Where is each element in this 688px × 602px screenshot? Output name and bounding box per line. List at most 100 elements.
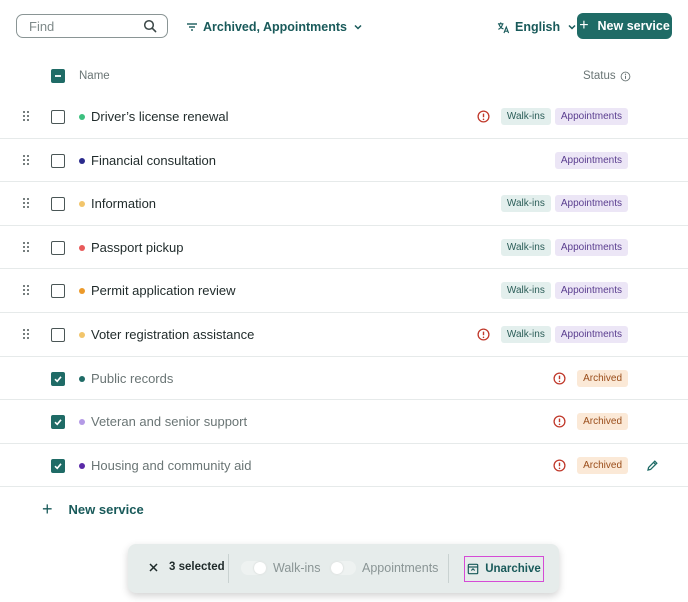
- column-header-status: Status: [583, 70, 631, 82]
- status-badges: Archived: [553, 456, 628, 474]
- status-badges: Archived: [553, 369, 628, 387]
- color-dot: [79, 114, 85, 120]
- table-row[interactable]: Public records Archived: [0, 357, 688, 401]
- status-badges: Walk-ins Appointments: [497, 282, 628, 300]
- add-service-row-button[interactable]: + New service: [42, 499, 144, 519]
- search-box[interactable]: [16, 14, 168, 38]
- plus-icon: +: [579, 17, 589, 34]
- services-list: Driver’s license renewal Walk-ins Appointm…: [0, 95, 688, 488]
- row-checkbox[interactable]: [51, 458, 65, 473]
- row-checkbox[interactable]: [51, 284, 65, 299]
- language-label: English: [515, 20, 561, 34]
- search-input[interactable]: [27, 17, 141, 35]
- service-name[interactable]: Driver’s license renewal: [91, 109, 229, 124]
- appointments-badge: Appointments: [554, 325, 628, 343]
- walkins-toggle-label: Walk-ins: [273, 561, 321, 575]
- info-icon[interactable]: [620, 71, 631, 82]
- filter-label: Archived, Appointments: [203, 20, 347, 34]
- close-icon[interactable]: [148, 562, 159, 573]
- divider: [228, 554, 229, 583]
- status-badges: Walk-ins Appointments: [477, 108, 628, 125]
- row-checkbox[interactable]: [51, 153, 65, 168]
- table-row[interactable]: Permit application review Walk-ins Appoint…: [0, 269, 688, 313]
- plus-icon: +: [42, 499, 53, 519]
- toggle-knob: [254, 562, 266, 574]
- divider: [448, 554, 449, 583]
- minus-icon: [55, 75, 61, 77]
- archived-badge: Archived: [577, 369, 628, 387]
- appointments-toggle-label: Appointments: [362, 561, 439, 575]
- table-header: Name Status: [0, 62, 688, 90]
- filter-icon: [187, 23, 197, 31]
- chevron-down-icon: [354, 24, 362, 30]
- drag-handle-icon[interactable]: [21, 241, 31, 253]
- service-name[interactable]: Information: [91, 196, 156, 211]
- filter-dropdown[interactable]: Archived, Appointments: [186, 18, 363, 36]
- table-row[interactable]: Information Walk-ins Appointments: [0, 182, 688, 226]
- new-service-button[interactable]: + New service: [577, 13, 672, 39]
- selection-action-bar: 3 selected Walk-ins Appointments Unarchi…: [128, 544, 559, 593]
- color-dot: [79, 288, 85, 295]
- service-name[interactable]: Permit application review: [91, 283, 236, 298]
- color-dot: [79, 157, 85, 164]
- unarchive-button[interactable]: Unarchive: [464, 556, 544, 582]
- table-row[interactable]: Passport pickup Walk-ins Appointments: [0, 226, 688, 270]
- color-dot: [79, 375, 85, 382]
- color-dot: [79, 244, 85, 251]
- drag-handle-icon[interactable]: [21, 197, 31, 209]
- walkins-badge: Walk-ins: [500, 108, 551, 125]
- row-checkbox[interactable]: [51, 415, 65, 430]
- service-name[interactable]: Voter registration assistance: [91, 327, 254, 342]
- status-badges: Walk-ins Appointments: [497, 238, 628, 256]
- walkins-toggle[interactable]: [241, 561, 267, 575]
- column-header-name: Name: [79, 70, 110, 82]
- color-dot: [79, 201, 85, 208]
- new-service-label: New service: [597, 19, 670, 33]
- service-name[interactable]: Housing and community aid: [91, 458, 251, 473]
- check-icon: [54, 419, 62, 426]
- table-row[interactable]: Veteran and senior support Archived: [0, 400, 688, 444]
- alert-icon: [553, 415, 566, 428]
- language-selector[interactable]: English: [497, 18, 577, 36]
- status-label: Status: [583, 70, 616, 82]
- walkins-badge: Walk-ins: [500, 325, 551, 343]
- alert-icon: [477, 328, 490, 341]
- status-badges: Archived: [553, 413, 628, 431]
- row-checkbox[interactable]: [51, 327, 65, 342]
- service-name[interactable]: Veteran and senior support: [91, 414, 247, 429]
- row-checkbox[interactable]: [51, 240, 65, 255]
- translate-icon: [497, 21, 510, 33]
- walkins-badge: Walk-ins: [500, 282, 551, 300]
- edit-pencil-icon[interactable]: [646, 459, 659, 472]
- service-name[interactable]: Public records: [91, 371, 173, 386]
- select-all-checkbox[interactable]: [51, 69, 65, 83]
- row-checkbox[interactable]: [51, 197, 65, 212]
- archived-badge: Archived: [577, 456, 628, 474]
- drag-handle-icon[interactable]: [21, 110, 31, 122]
- search-icon[interactable]: [143, 19, 157, 33]
- table-row[interactable]: Driver’s license renewal Walk-ins Appointm…: [0, 95, 688, 139]
- table-row[interactable]: Voter registration assistance Walk-ins App…: [0, 313, 688, 357]
- drag-handle-icon[interactable]: [21, 284, 31, 296]
- row-checkbox[interactable]: [51, 110, 65, 124]
- alert-icon: [553, 459, 566, 472]
- status-badges: Walk-ins Appointments: [497, 195, 628, 213]
- alert-icon: [477, 110, 490, 123]
- appointments-badge: Appointments: [554, 282, 628, 300]
- status-badges: Appointments: [551, 151, 628, 169]
- service-name[interactable]: Financial consultation: [91, 153, 216, 168]
- check-icon: [54, 463, 62, 470]
- appointments-toggle[interactable]: [330, 561, 356, 575]
- walkins-badge: Walk-ins: [500, 195, 551, 213]
- selected-count: 3 selected: [169, 561, 225, 573]
- top-toolbar: Archived, Appointments English + New ser…: [0, 0, 688, 52]
- service-name[interactable]: Passport pickup: [91, 240, 184, 255]
- toggle-knob: [331, 562, 343, 574]
- walkins-badge: Walk-ins: [500, 238, 551, 256]
- drag-handle-icon[interactable]: [21, 154, 31, 166]
- table-row[interactable]: Financial consultation Appointments: [0, 139, 688, 183]
- color-dot: [79, 462, 85, 469]
- table-row[interactable]: Housing and community aid Archived: [0, 444, 688, 488]
- drag-handle-icon[interactable]: [21, 328, 31, 340]
- row-checkbox[interactable]: [51, 371, 65, 386]
